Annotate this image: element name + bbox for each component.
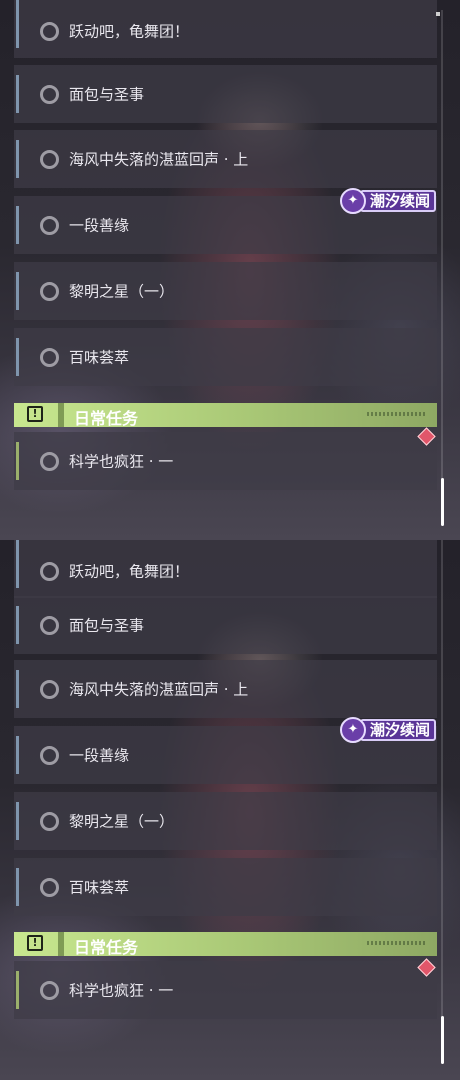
quest-item[interactable]: 海风中失落的湛蓝回声 · 上 — [14, 660, 437, 718]
quest-label: 面包与圣事 — [69, 85, 145, 104]
quest-panel-top: 跃动吧，龟舞团！ 面包与圣事 海风中失落的湛蓝回声 · 上 一段善缘 黎明之星（… — [0, 0, 460, 540]
quest-item[interactable]: 黎明之星（一） — [14, 792, 437, 850]
quest-item[interactable]: 黎明之星（一） — [14, 262, 437, 320]
section-title: 日常任务 — [74, 938, 139, 957]
scrollbar-thumb[interactable] — [441, 478, 444, 526]
quest-label: 跃动吧，龟舞团！ — [69, 562, 190, 581]
section-title: 日常任务 — [74, 409, 139, 428]
quest-item[interactable]: 百味荟萃 — [14, 328, 437, 386]
quest-stripe — [16, 0, 19, 48]
quest-status-circle-icon — [40, 679, 59, 699]
quest-status-circle-icon — [40, 980, 59, 1000]
event-badge-label: 潮汐续闻 — [360, 719, 436, 741]
quest-status-circle-icon — [40, 149, 59, 169]
quest-stripe — [16, 442, 19, 480]
quest-label: 海风中失落的湛蓝回声 · 上 — [69, 150, 249, 169]
quest-label: 面包与圣事 — [69, 616, 145, 635]
quest-label: 科学也疯狂 · 一 — [69, 981, 174, 1000]
quest-label: 跃动吧，龟舞团！ — [69, 22, 190, 41]
header-divider — [58, 403, 64, 427]
scrollbar-track[interactable] — [441, 10, 443, 525]
quest-status-circle-icon — [40, 877, 59, 897]
quest-panel-bottom: 跃动吧，龟舞团！ 面包与圣事 海风中失落的湛蓝回声 · 上 一段善缘 黎明之星（… — [0, 540, 460, 1080]
quest-stripe — [16, 338, 19, 376]
quest-status-circle-icon — [40, 745, 59, 765]
quest-stripe — [16, 540, 19, 588]
quest-label: 黎明之星（一） — [69, 812, 175, 831]
quest-stripe — [16, 802, 19, 840]
quest-item[interactable]: 百味荟萃 — [14, 858, 437, 916]
quest-status-circle-icon — [40, 21, 59, 41]
quest-item[interactable]: 面包与圣事 — [14, 596, 437, 654]
quest-label: 海风中失落的湛蓝回声 · 上 — [69, 680, 249, 699]
quest-status-circle-icon — [40, 615, 59, 635]
quest-stripe — [16, 606, 19, 644]
quest-stripe — [16, 75, 19, 113]
quest-label: 一段善缘 — [69, 216, 130, 235]
event-badge[interactable]: 潮汐续闻 ✦ — [340, 187, 438, 215]
tide-logo-icon: ✦ — [340, 717, 366, 743]
quest-stripe — [16, 736, 19, 774]
event-badge[interactable]: 潮汐续闻 ✦ — [340, 716, 438, 744]
quest-status-circle-icon — [40, 215, 59, 235]
quest-stripe — [16, 140, 19, 178]
header-divider — [58, 932, 64, 956]
quest-stripe — [16, 670, 19, 708]
quest-status-circle-icon — [40, 451, 59, 471]
daily-quest-item[interactable]: 科学也疯狂 · 一 — [14, 961, 437, 1019]
quest-label: 百味荟萃 — [69, 348, 130, 367]
quest-stripe — [16, 971, 19, 1009]
tide-logo-icon: ✦ — [340, 188, 366, 214]
event-badge-label: 潮汐续闻 — [360, 190, 436, 212]
quest-label: 黎明之星（一） — [69, 282, 175, 301]
quest-label: 一段善缘 — [69, 746, 130, 765]
daily-quest-item[interactable]: 科学也疯狂 · 一 — [14, 432, 437, 490]
quest-stripe — [16, 272, 19, 310]
daily-quests-header[interactable]: ! 日常任务 — [14, 932, 437, 957]
scrollbar-track[interactable] — [441, 540, 443, 1055]
scroll-cap — [436, 12, 440, 16]
header-decoration — [367, 412, 427, 416]
daily-quests-header[interactable]: ! 日常任务 — [14, 403, 437, 428]
alert-icon: ! — [27, 935, 43, 951]
quest-status-circle-icon — [40, 561, 59, 581]
scrollbar-thumb[interactable] — [441, 1016, 444, 1064]
quest-item[interactable]: 跃动吧，龟舞团！ — [14, 540, 437, 598]
alert-icon: ! — [27, 406, 43, 422]
quest-status-circle-icon — [40, 347, 59, 367]
quest-item[interactable]: 跃动吧，龟舞团！ — [14, 0, 437, 58]
quest-stripe — [16, 206, 19, 244]
quest-label: 科学也疯狂 · 一 — [69, 452, 174, 471]
header-decoration — [367, 941, 427, 945]
quest-label: 百味荟萃 — [69, 878, 130, 897]
quest-status-circle-icon — [40, 84, 59, 104]
quest-item[interactable]: 海风中失落的湛蓝回声 · 上 — [14, 130, 437, 188]
quest-status-circle-icon — [40, 811, 59, 831]
quest-stripe — [16, 868, 19, 906]
quest-status-circle-icon — [40, 281, 59, 301]
quest-item[interactable]: 面包与圣事 — [14, 65, 437, 123]
